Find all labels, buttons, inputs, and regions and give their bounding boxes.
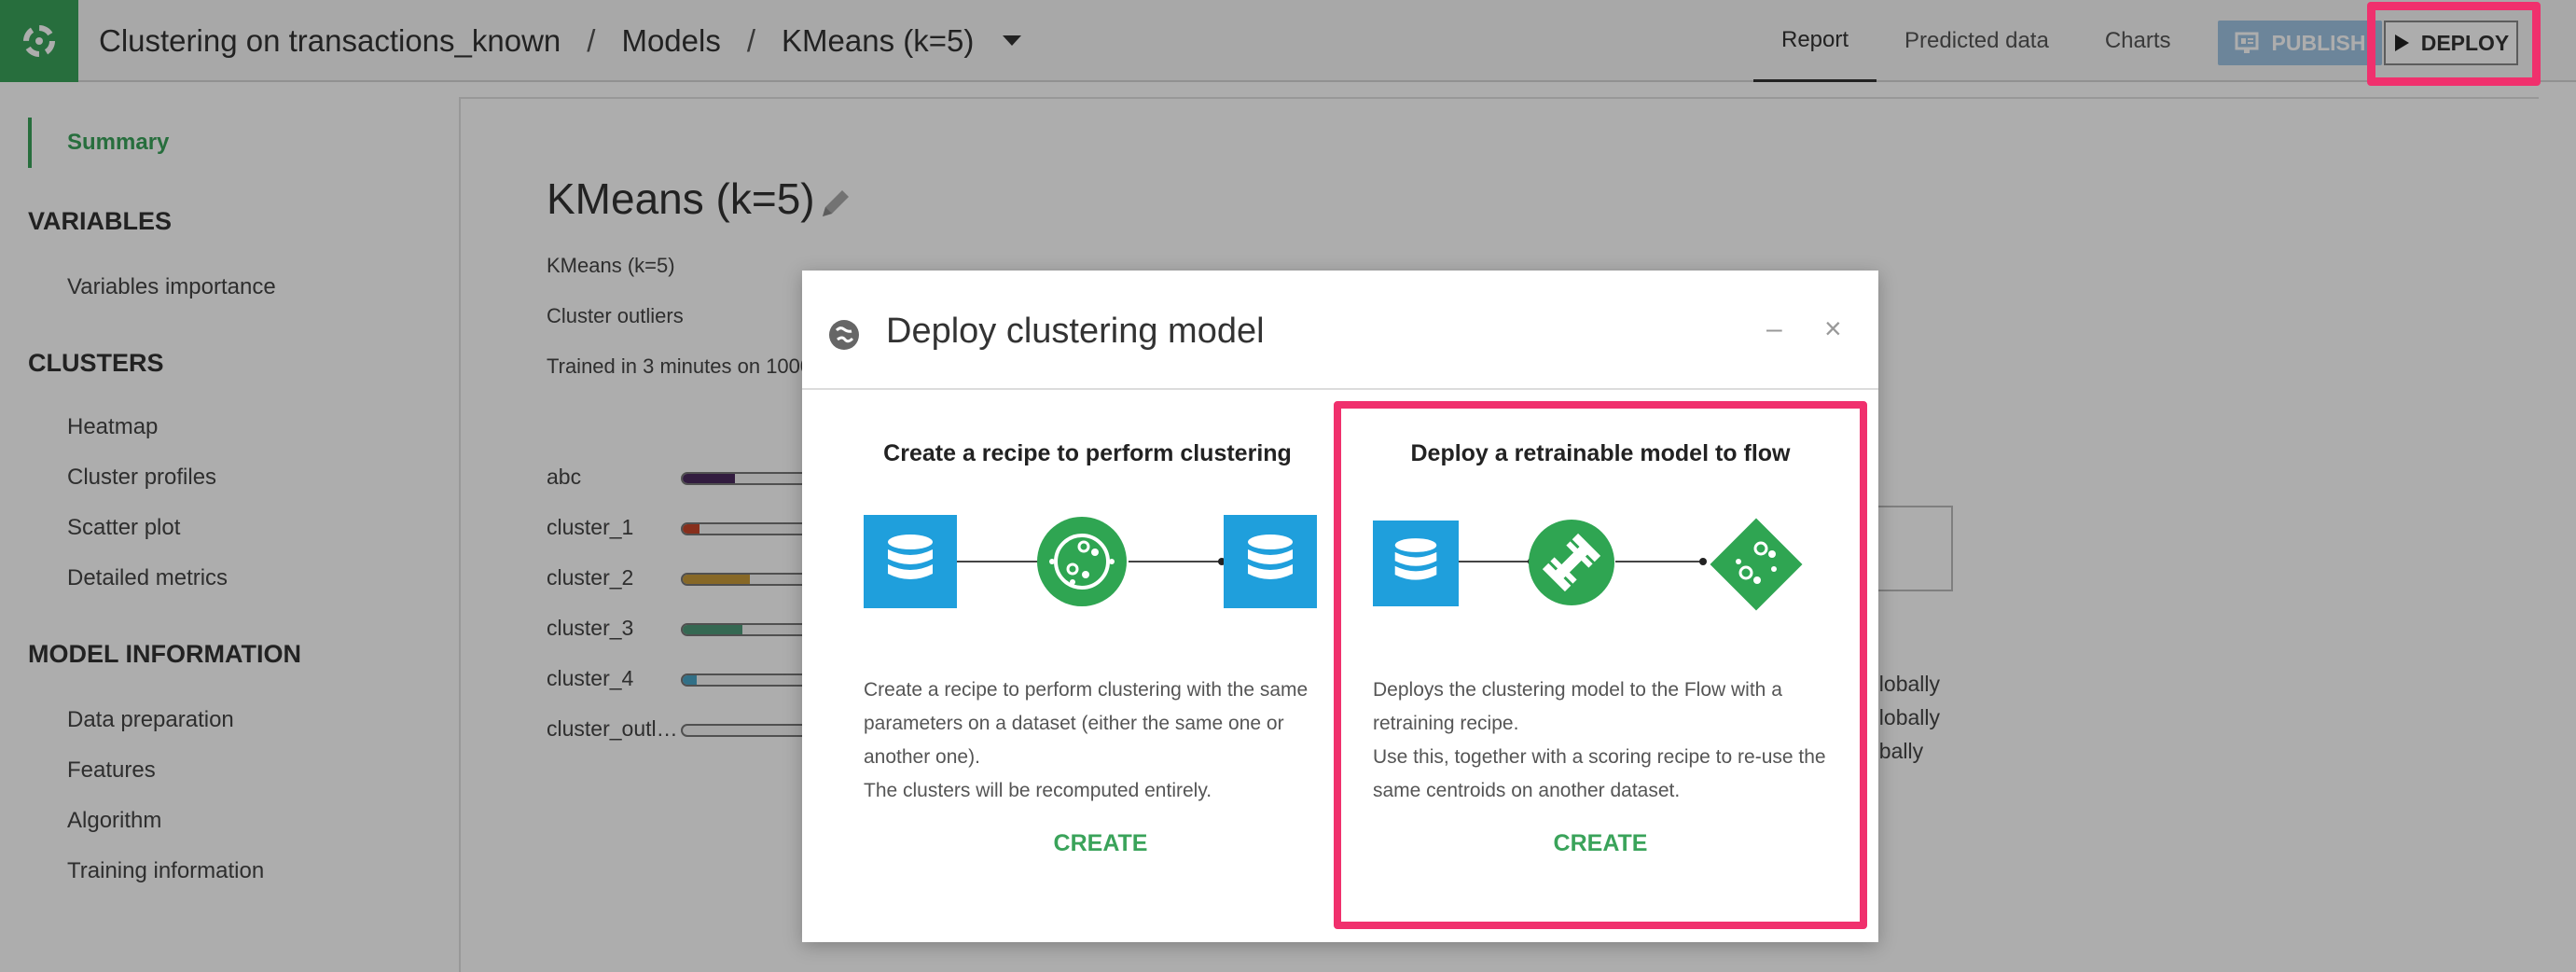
model-icon	[828, 319, 860, 355]
minimize-icon[interactable]: –	[1766, 313, 1782, 345]
close-icon[interactable]: ×	[1824, 312, 1842, 346]
deploy-modal: Deploy clustering model – × Create a rec…	[802, 271, 1878, 942]
option-recipe-title: Create a recipe to perform clustering	[883, 440, 1292, 466]
option-recipe-description: Create a recipe to perform clustering wi…	[864, 673, 1308, 808]
clustering-recipe-icon	[1035, 515, 1129, 613]
dataset-icon	[864, 515, 957, 608]
app-window: Clustering on transactions_known / Model…	[0, 0, 2576, 972]
modal-header: Deploy clustering model – ×	[802, 271, 1878, 390]
description-line: another one).	[864, 746, 980, 768]
description-line: parameters on a dataset (either the same…	[864, 713, 1284, 734]
option-highlight	[1334, 401, 1867, 929]
description-line: The clusters will be recomputed entirely…	[864, 780, 1212, 801]
flow-connector	[1129, 561, 1222, 562]
create-recipe-button[interactable]: CREATE	[1007, 830, 1194, 857]
modal-title: Deploy clustering model	[886, 312, 1265, 351]
deploy-highlight	[2367, 2, 2541, 86]
description-line: Create a recipe to perform clustering wi…	[864, 679, 1309, 701]
dataset-icon	[1224, 515, 1317, 608]
